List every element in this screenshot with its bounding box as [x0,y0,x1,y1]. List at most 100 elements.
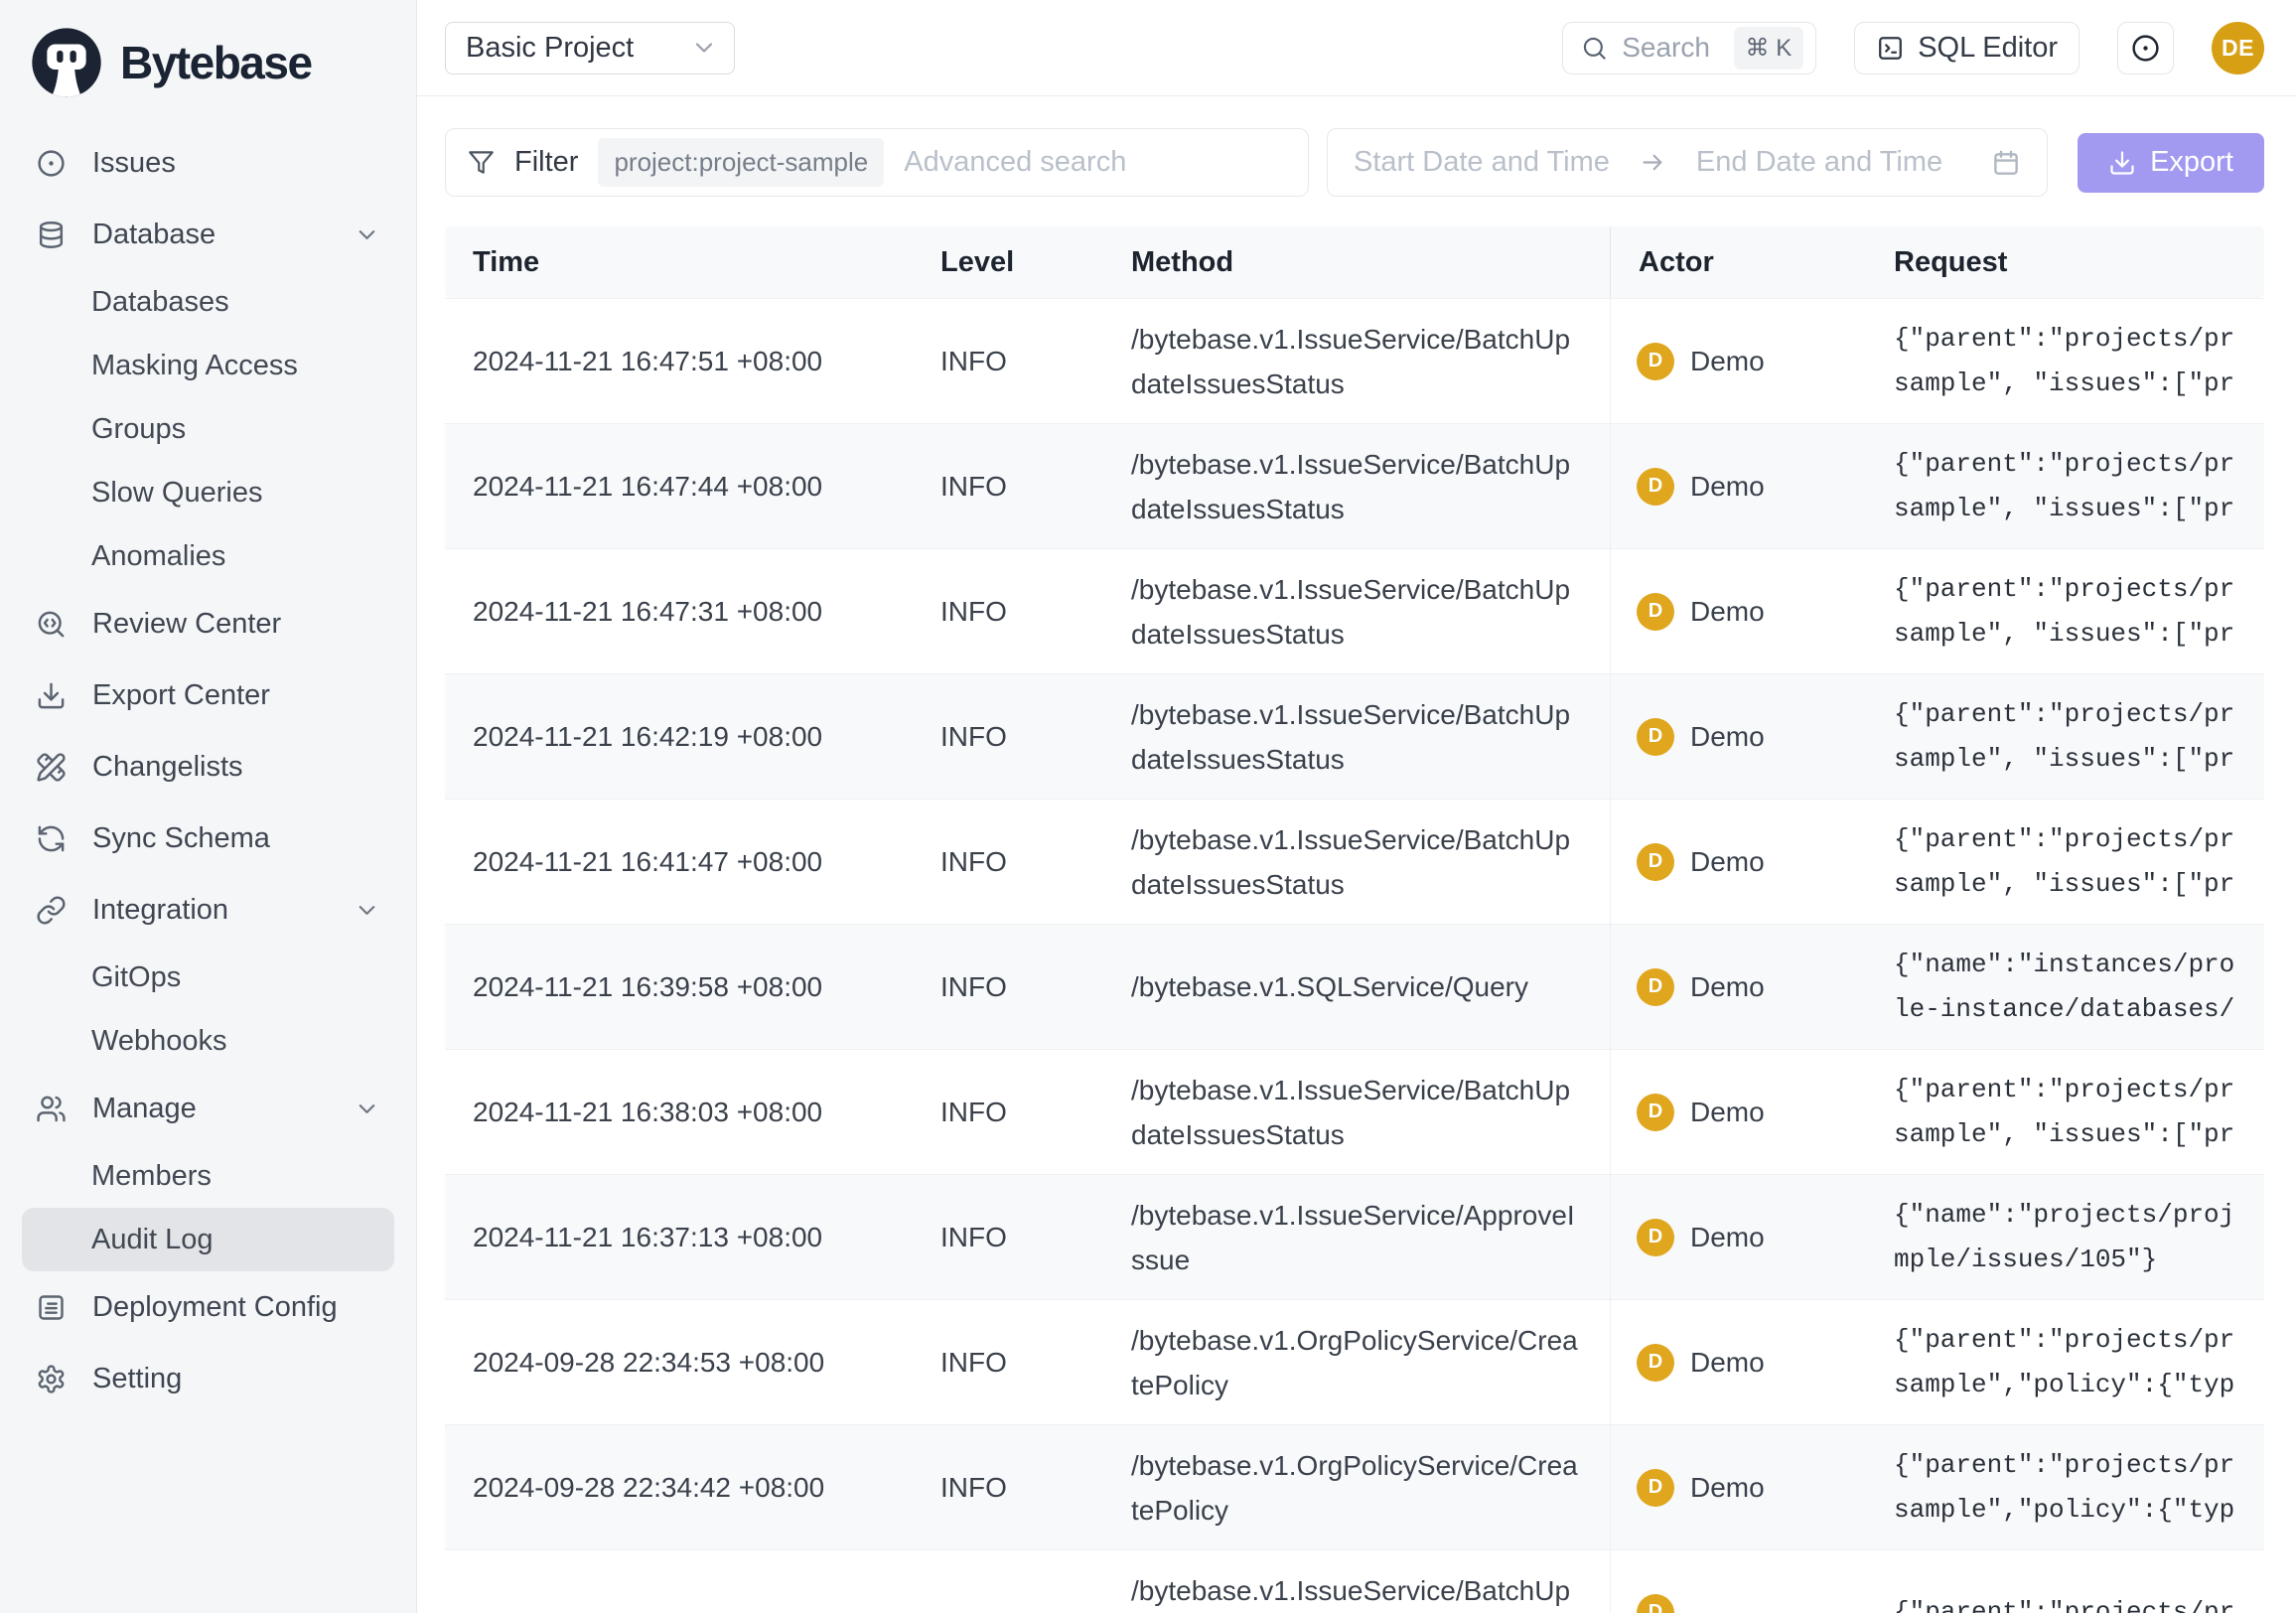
sidebar-item-integration[interactable]: Integration [0,874,416,946]
table-row[interactable]: 2024-11-21 16:39:58 +08:00 INFO /bytebas… [445,924,2264,1049]
cell-level: INFO [913,1472,1103,1504]
sidebar-item-label: Groups [91,413,186,446]
end-date-placeholder: End Date and Time [1696,146,1942,179]
table-row[interactable]: 2024-11-21 16:38:03 +08:00 INFO /bytebas… [445,1049,2264,1174]
cell-method: /bytebase.v1.IssueService/BatchUpdateIss… [1103,1568,1610,1613]
sidebar-item-anomalies[interactable]: Anomalies [22,524,394,588]
sidebar-item-database[interactable]: Database [0,199,416,270]
actor-avatar: D [1637,1344,1674,1382]
brand-name: Bytebase [120,36,312,89]
topbar-actions: Search ⌘ K SQL Editor DE [1562,22,2264,74]
filter-chip-project[interactable]: project:project-sample [598,138,884,187]
cell-time: 2024-11-21 16:42:19 +08:00 [445,721,913,753]
table-row[interactable]: 2024-09-28 22:34:42 +08:00 INFO /bytebas… [445,1424,2264,1549]
table-row[interactable]: /bytebase.v1.IssueService/BatchUpdateIss… [445,1549,2264,1613]
audit-table-body: 2024-11-21 16:47:51 +08:00 INFO /bytebas… [445,298,2264,1613]
cell-method: /bytebase.v1.IssueService/BatchUpdateIss… [1103,817,1610,907]
table-header: Time Level Method Actor Request [445,226,2264,298]
user-avatar[interactable]: DE [2212,22,2264,74]
filter-search-box[interactable]: Filter project:project-sample Advanced s… [445,128,1309,197]
date-range-picker[interactable]: Start Date and Time End Date and Time [1327,128,2048,197]
sidebar-item-label: Slow Queries [91,477,262,510]
circle-dot-icon [2130,33,2161,64]
cell-level: INFO [913,1097,1103,1128]
sidebar-item-label: GitOps [91,961,181,994]
sidebar-item-audit-log[interactable]: Audit Log [22,1208,394,1271]
actor-avatar: D [1637,343,1674,380]
column-header-request: Request [1866,246,2264,279]
cell-method: /bytebase.v1.IssueService/BatchUpdateIss… [1103,692,1610,782]
start-date-placeholder: Start Date and Time [1354,146,1610,179]
sql-editor-button[interactable]: SQL Editor [1854,22,2080,74]
cell-request: {"name":"instances/pro le-instance/datab… [1866,943,2264,1032]
link-icon [36,895,67,926]
project-selector[interactable]: Basic Project [445,22,735,74]
actor-avatar: D [1637,1594,1674,1613]
search-shortcut-badge: ⌘ K [1734,27,1804,70]
actor-avatar: D [1637,468,1674,506]
cell-time: 2024-11-21 16:39:58 +08:00 [445,971,913,1003]
sidebar-item-sync-schema[interactable]: Sync Schema [0,803,416,874]
actor-avatar: D [1637,1469,1674,1507]
table-row[interactable]: 2024-11-21 16:42:19 +08:00 INFO /bytebas… [445,673,2264,799]
sidebar-item-label: Audit Log [91,1224,214,1256]
cell-time: 2024-11-21 16:47:44 +08:00 [445,471,913,503]
actor-name: Demo [1690,1097,1765,1128]
table-row[interactable]: 2024-11-21 16:37:13 +08:00 INFO /bytebas… [445,1174,2264,1299]
sidebar-item-databases[interactable]: Databases [22,270,394,334]
cell-method: /bytebase.v1.IssueService/BatchUpdateIss… [1103,317,1610,406]
chevron-down-icon [690,34,718,62]
bytebase-app: Bytebase Issues Database Databases Maski… [0,0,2296,1613]
actor-avatar: D [1637,593,1674,631]
sidebar-nav: Issues Database Databases Masking Access… [0,127,416,1414]
sidebar-item-slow-queries[interactable]: Slow Queries [22,461,394,524]
sidebar-item-manage[interactable]: Manage [0,1073,416,1144]
sidebar-item-review-center[interactable]: Review Center [0,588,416,660]
search-button[interactable]: Search ⌘ K [1562,22,1816,74]
sidebar-item-setting[interactable]: Setting [0,1343,416,1414]
actor-name: Demo [1690,596,1765,628]
table-row[interactable]: 2024-09-28 22:34:53 +08:00 INFO /bytebas… [445,1299,2264,1424]
cell-time: 2024-11-21 16:41:47 +08:00 [445,846,913,878]
cell-request: {"parent":"projects/pr sample", "issues"… [1866,567,2264,657]
sidebar-item-members[interactable]: Members [22,1144,394,1208]
actor-avatar: D [1637,718,1674,756]
sidebar-item-issues[interactable]: Issues [0,127,416,199]
table-row[interactable]: 2024-11-21 16:47:31 +08:00 INFO /bytebas… [445,548,2264,673]
sidebar-item-gitops[interactable]: GitOps [22,946,394,1009]
column-header-level: Level [913,246,1103,279]
actor-avatar: D [1637,968,1674,1006]
gear-icon [36,1364,67,1394]
project-selector-value: Basic Project [466,32,634,65]
table-row[interactable]: 2024-11-21 16:47:51 +08:00 INFO /bytebas… [445,298,2264,423]
export-button[interactable]: Export [2078,133,2264,193]
actor-name: Demo [1690,721,1765,753]
cell-request: {"parent":"projects/pr sample","policy":… [1866,1318,2264,1407]
cell-actor: D Demo [1610,1425,1866,1549]
sidebar-item-masking-access[interactable]: Masking Access [22,334,394,397]
sidebar-item-label: Anomalies [91,540,225,573]
topbar: Basic Project Search ⌘ K SQL Editor DE [417,0,2296,96]
sidebar-item-webhooks[interactable]: Webhooks [22,1009,394,1073]
sidebar-item-groups[interactable]: Groups [22,397,394,461]
cell-request: {"parent":"projects/pr [1866,1590,2264,1613]
filter-bar: Filter project:project-sample Advanced s… [417,96,2296,226]
calendar-icon [1991,148,2021,178]
file-lines-icon [36,1292,67,1323]
cell-time: 2024-11-21 16:47:51 +08:00 [445,346,913,377]
search-label: Search [1622,32,1719,64]
sidebar: Bytebase Issues Database Databases Maski… [0,0,417,1613]
filter-icon [468,149,495,176]
search-icon [1581,35,1608,62]
sidebar-item-changelists[interactable]: Changelists [0,731,416,803]
sidebar-item-export-center[interactable]: Export Center [0,660,416,731]
table-row[interactable]: 2024-11-21 16:47:44 +08:00 INFO /bytebas… [445,423,2264,548]
sidebar-item-deployment-config[interactable]: Deployment Config [0,1271,416,1343]
brand-logo[interactable]: Bytebase [0,0,416,127]
cell-method: /bytebase.v1.SQLService/Query [1103,964,1610,1009]
cell-time: 2024-09-28 22:34:42 +08:00 [445,1472,913,1504]
table-row[interactable]: 2024-11-21 16:41:47 +08:00 INFO /bytebas… [445,799,2264,924]
cell-level: INFO [913,1347,1103,1379]
actor-name: Demo [1690,1472,1765,1504]
notifications-button[interactable] [2117,22,2174,74]
